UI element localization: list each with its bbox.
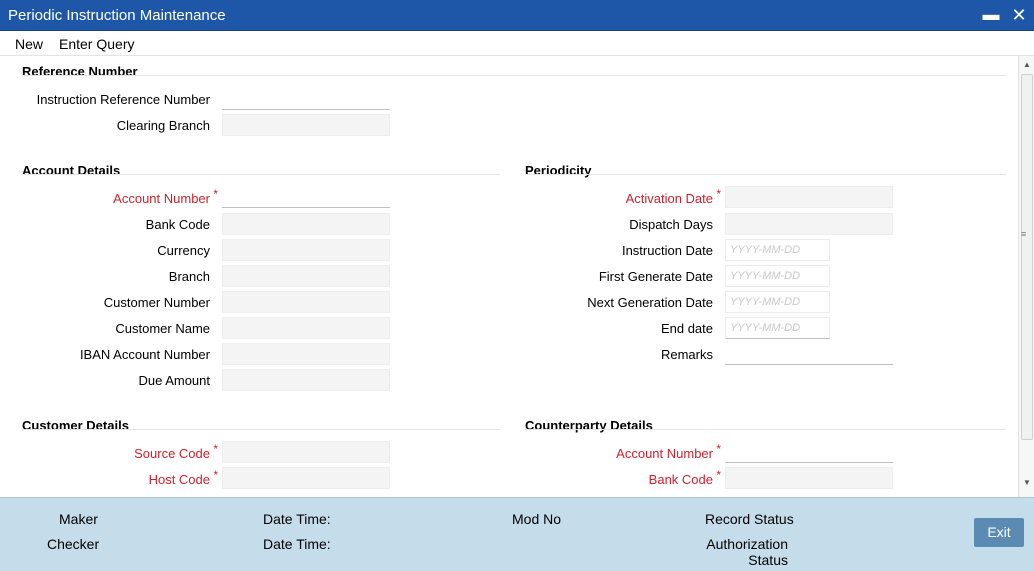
close-icon[interactable]: ✕ [1008, 4, 1030, 26]
dispatch-days-field[interactable] [725, 213, 893, 235]
section-periodicity: Periodicity [525, 163, 592, 178]
first-generate-date-label: First Generate Date [598, 269, 713, 284]
minimize-icon[interactable]: ▬ [980, 4, 1002, 26]
authorization-status-label: Authorization Status [706, 536, 788, 568]
instruction-date-label: Instruction Date [621, 243, 713, 258]
section-reference-number: Reference Number [22, 64, 138, 79]
instruction-date-field[interactable]: YYYY-MM-DD [725, 239, 830, 261]
next-generation-date-field[interactable]: YYYY-MM-DD [725, 291, 830, 313]
section-divider [22, 429, 500, 430]
grip-icon: ≡ [1021, 229, 1027, 239]
dispatch-days-label: Dispatch Days [629, 217, 713, 232]
source-code-label: Source Code * [134, 442, 218, 461]
customer-number-label: Customer Number [103, 295, 210, 310]
customer-name-field[interactable] [222, 317, 390, 339]
end-date-label: End date [660, 321, 713, 336]
exit-button[interactable]: Exit [974, 518, 1024, 547]
form-content: Reference Number Instruction Reference N… [0, 56, 1018, 497]
required-marker: * [213, 442, 218, 456]
maker-label: Maker [59, 511, 98, 527]
enter-query-menu-item[interactable]: Enter Query [59, 36, 134, 52]
checker-date-time-label: Date Time: [263, 536, 331, 552]
section-divider [525, 174, 1006, 175]
instruction-reference-number-label: Instruction Reference Number [36, 92, 210, 107]
due-amount-field[interactable] [222, 369, 390, 391]
counterparty-account-number-field[interactable] [725, 441, 893, 463]
mod-no-label: Mod No [512, 511, 562, 527]
host-code-label: Host Code * [148, 468, 218, 487]
activation-date-field[interactable] [725, 186, 893, 208]
maker-date-time-label: Date Time: [263, 511, 331, 527]
customer-name-label: Customer Name [115, 321, 210, 336]
required-marker: * [716, 442, 721, 456]
source-code-field[interactable] [222, 441, 390, 463]
bank-code-field[interactable] [222, 213, 390, 235]
next-generation-date-label: Next Generation Date [587, 295, 713, 310]
record-status-label: Record Status [705, 511, 794, 527]
audit-footer: Maker Checker Date Time: Date Time: Mod … [0, 497, 1034, 571]
account-number-field[interactable] [222, 186, 390, 208]
counterparty-bank-code-label: Bank Code * [648, 468, 721, 487]
currency-field[interactable] [222, 239, 390, 261]
currency-label: Currency [157, 243, 210, 258]
checker-label: Checker [47, 536, 100, 552]
branch-field[interactable] [222, 265, 390, 287]
title-bar: Periodic Instruction Maintenance ▬ ✕ [0, 0, 1034, 31]
activation-date-label: Activation Date * [625, 187, 721, 206]
section-divider [22, 174, 500, 175]
section-divider [22, 75, 1006, 76]
section-account-details: Account Details [22, 163, 121, 178]
first-generate-date-field[interactable]: YYYY-MM-DD [725, 265, 830, 287]
section-customer-details: Customer Details [22, 418, 129, 433]
bank-code-label: Bank Code [145, 217, 210, 232]
vertical-scrollbar[interactable]: ▲ ≡ ▼ [1018, 56, 1034, 497]
scroll-down-icon[interactable]: ▼ [1023, 478, 1031, 487]
end-date-field[interactable]: YYYY-MM-DD [725, 317, 830, 339]
new-menu-item[interactable]: New [15, 36, 43, 52]
host-code-field[interactable] [222, 467, 390, 489]
customer-number-field[interactable] [222, 291, 390, 313]
clearing-branch-field[interactable] [222, 114, 390, 136]
branch-label: Branch [168, 269, 210, 284]
clearing-branch-label: Clearing Branch [116, 118, 210, 133]
scroll-up-icon[interactable]: ▲ [1023, 60, 1031, 69]
menu-bar: New Enter Query [0, 31, 1034, 56]
section-divider [525, 429, 1006, 430]
iban-account-number-field[interactable] [222, 343, 390, 365]
required-marker: * [716, 187, 721, 201]
required-marker: * [716, 468, 721, 482]
remarks-field[interactable] [725, 343, 893, 365]
due-amount-label: Due Amount [138, 373, 210, 388]
counterparty-bank-code-field[interactable] [725, 467, 893, 489]
instruction-reference-number-field[interactable] [222, 88, 390, 110]
scrollbar-thumb[interactable] [1021, 74, 1033, 440]
account-number-label: Account Number * [113, 187, 218, 206]
iban-account-number-label: IBAN Account Number [79, 347, 210, 362]
remarks-label: Remarks [660, 347, 713, 362]
required-marker: * [213, 187, 218, 201]
required-marker: * [213, 468, 218, 482]
section-counterparty-details: Counterparty Details [525, 418, 653, 433]
counterparty-account-number-label: Account Number * [616, 442, 721, 461]
window-title: Periodic Instruction Maintenance [8, 7, 226, 24]
